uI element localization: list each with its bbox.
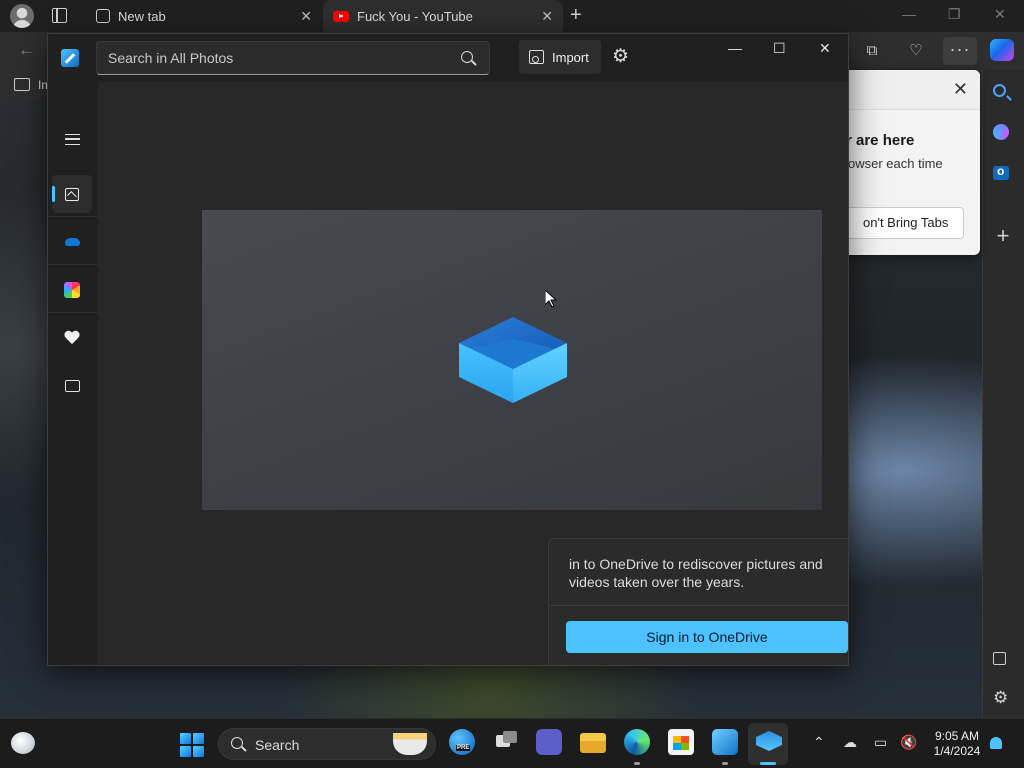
close-tab-icon[interactable]: ✕: [300, 8, 312, 25]
card-divider: [549, 605, 848, 606]
search-icon: [231, 737, 243, 749]
settings-gear-icon[interactable]: ⚙: [612, 46, 629, 68]
hide-sidebar-icon[interactable]: [993, 652, 1006, 665]
edge-sidebar: + ⚙: [982, 70, 1024, 718]
import-icon: [529, 50, 544, 64]
app-splash-screen: [202, 210, 822, 510]
network-icon[interactable]: ☁: [843, 734, 857, 751]
sidebar-settings-icon[interactable]: ⚙: [993, 688, 1013, 708]
nav-icloud-photos[interactable]: [52, 271, 92, 309]
import-button[interactable]: Import: [519, 40, 601, 74]
onedrive-signin-card: in to OneDrive to rediscover pictures an…: [548, 538, 848, 665]
import-favorites-icon[interactable]: [14, 78, 30, 91]
search-icon[interactable]: [461, 51, 473, 63]
nav-favorites[interactable]: [52, 319, 92, 357]
search-input[interactable]: [97, 42, 447, 74]
minimize-icon[interactable]: —: [728, 40, 742, 56]
performance-icon[interactable]: ♡: [905, 40, 927, 62]
new-tab-button[interactable]: +: [570, 4, 582, 27]
teams-icon[interactable]: [536, 729, 562, 755]
close-icon[interactable]: ✕: [953, 79, 968, 100]
collections-icon[interactable]: ⧉: [861, 40, 883, 62]
close-tab-icon[interactable]: ✕: [541, 8, 553, 25]
promo-body: owser each time: [848, 156, 943, 171]
store-icon[interactable]: [668, 729, 694, 755]
close-icon[interactable]: ✕: [994, 6, 1006, 23]
copilot-icon[interactable]: [990, 39, 1014, 61]
more-options-icon[interactable]: ···: [943, 37, 977, 65]
youtube-icon: [333, 10, 349, 22]
display-icon[interactable]: ▭: [874, 734, 887, 751]
sidebar-copilot-icon[interactable]: [993, 124, 1009, 140]
tab-youtube[interactable]: Fuck You - YouTube ✕: [323, 0, 563, 32]
icloud-icon: [64, 282, 80, 298]
taskbar-search-box[interactable]: Search: [218, 728, 436, 760]
nav-folders[interactable]: [52, 367, 92, 405]
clock-time: 9:05 AM: [934, 729, 980, 743]
running-indicator: [634, 762, 640, 765]
hamburger-icon: [64, 133, 80, 145]
outlook-icon[interactable]: [993, 164, 1009, 180]
weather-widget-icon[interactable]: [11, 732, 35, 754]
restore-icon[interactable]: ❐: [948, 6, 961, 23]
edge-beta-icon[interactable]: [449, 729, 475, 755]
onedrive-icon: [64, 238, 80, 246]
edge-tab-bar: New tab ✕ Fuck You - YouTube ✕ + — ❐ ✕: [0, 0, 1024, 32]
import-label: Import: [552, 49, 589, 65]
nav-divider: [48, 312, 98, 313]
photos-nav-pane: [48, 82, 98, 665]
tab-actions-icon[interactable]: [52, 8, 67, 23]
nav-divider: [48, 216, 98, 217]
tab-label: New tab: [118, 8, 166, 24]
folder-icon: [64, 380, 80, 392]
mouse-cursor-icon: [545, 290, 557, 308]
nav-onedrive[interactable]: [52, 223, 92, 261]
gallery-icon: [65, 187, 79, 201]
photos-icon[interactable]: [712, 729, 738, 755]
sign-in-onedrive-button[interactable]: Sign in to OneDrive: [566, 621, 848, 653]
dont-bring-tabs-button[interactable]: on't Bring Tabs: [840, 207, 964, 239]
onedrive-card-text: in to OneDrive to rediscover pictures an…: [569, 556, 823, 590]
tab-label: Fuck You - YouTube: [357, 8, 473, 24]
edge-icon[interactable]: [624, 729, 650, 755]
start-button[interactable]: [180, 733, 204, 757]
selection-indicator: [52, 186, 55, 202]
close-icon[interactable]: ✕: [819, 40, 831, 57]
photos-search-box[interactable]: [96, 41, 490, 75]
system-clock[interactable]: 9:05 AM 1/4/2024: [922, 729, 992, 759]
back-arrow-icon[interactable]: ←: [18, 40, 35, 60]
file-explorer-icon[interactable]: [580, 733, 606, 753]
photos-title-bar: Import ⚙ — ☐ ✕: [48, 34, 848, 82]
search-highlight-art: [393, 733, 427, 755]
show-hidden-icons-chevron-icon[interactable]: ⌃: [813, 734, 825, 751]
photos-app-icon: [61, 49, 79, 67]
nav-divider: [48, 264, 98, 265]
minimize-icon[interactable]: —: [902, 6, 916, 22]
volume-muted-icon[interactable]: 🔇: [900, 734, 917, 751]
promo-title: r are here: [846, 132, 915, 149]
running-indicator: [722, 762, 728, 765]
nav-all-photos[interactable]: [52, 175, 92, 213]
nav-menu-button[interactable]: [52, 120, 92, 158]
tab-new-tab[interactable]: New tab ✕: [84, 0, 322, 32]
new-tab-icon: [96, 9, 110, 23]
clock-date: 1/4/2024: [933, 744, 981, 758]
active-indicator: [760, 762, 776, 765]
taskbar-search-label: Search: [255, 737, 300, 753]
profile-avatar[interactable]: [10, 4, 34, 28]
notification-bell-icon[interactable]: [990, 737, 1002, 749]
heart-icon: [64, 330, 80, 346]
maximize-icon[interactable]: ☐: [773, 40, 786, 57]
task-view-icon[interactable]: [494, 729, 520, 755]
windows-taskbar: Search ⌃ ☁ ▭ 🔇 9:05 AM 1/4/2024: [0, 718, 1024, 768]
add-sidebar-app-icon[interactable]: +: [993, 225, 1013, 247]
dropbox-box-icon: [459, 317, 567, 403]
sidebar-search-icon[interactable]: [993, 84, 1006, 97]
